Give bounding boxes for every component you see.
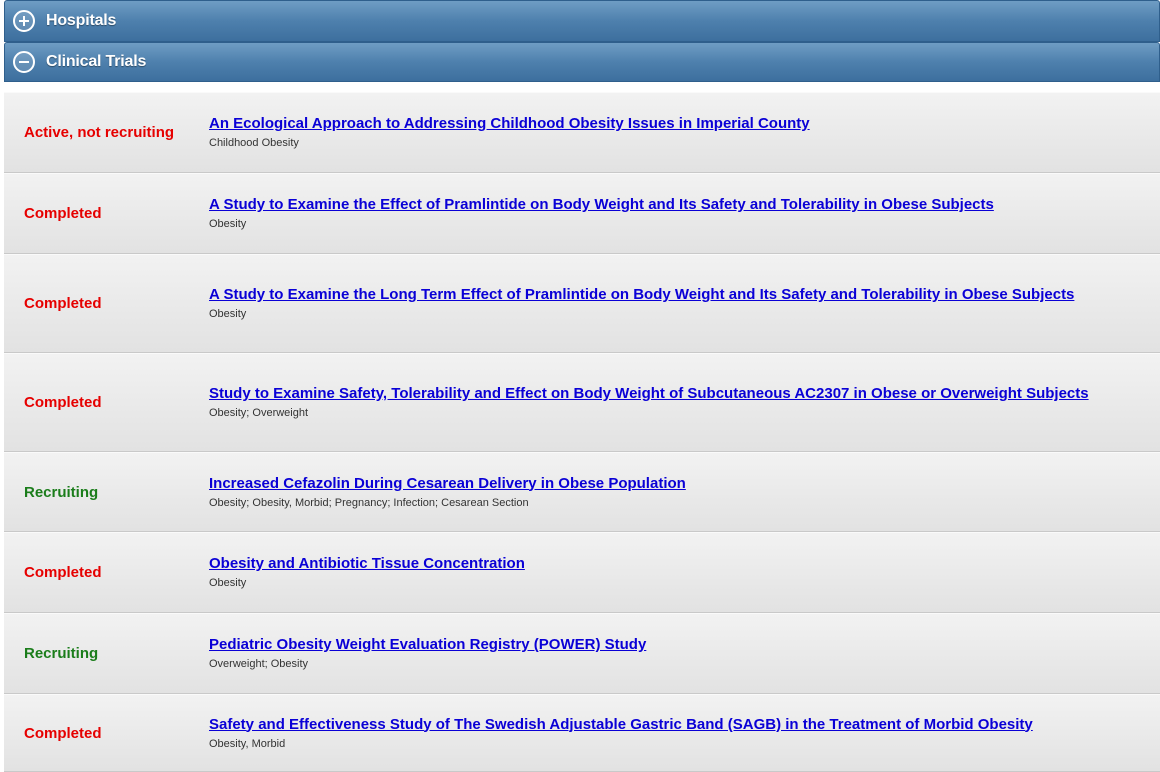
trial-title-link[interactable]: A Study to Examine the Long Term Effect … xyxy=(209,286,1100,304)
trial-title-link[interactable]: Obesity and Antibiotic Tissue Concentrat… xyxy=(209,555,1100,573)
trial-title-link[interactable]: Study to Examine Safety, Tolerability an… xyxy=(209,385,1100,403)
trial-status: Active, not recruiting xyxy=(24,124,175,141)
accordion-title-hospitals: Hospitals xyxy=(46,12,117,29)
clinical-trials-list: Active, not recruiting An Ecological App… xyxy=(4,82,1160,772)
trial-row: Recruiting Pediatric Obesity Weight Eval… xyxy=(4,613,1160,694)
trial-title-link[interactable]: A Study to Examine the Effect of Pramlin… xyxy=(209,196,1100,214)
trial-title-link[interactable]: Pediatric Obesity Weight Evaluation Regi… xyxy=(209,636,1100,654)
trial-title-link[interactable]: Increased Cefazolin During Cesarean Deli… xyxy=(209,475,1100,493)
trial-conditions: Obesity xyxy=(209,577,247,589)
trial-conditions: Obesity xyxy=(209,218,247,230)
accordion-header-hospitals[interactable]: Hospitals xyxy=(4,0,1160,42)
trial-row: Recruiting Increased Cefazolin During Ce… xyxy=(4,452,1160,532)
trial-title-link[interactable]: Safety and Effectiveness Study of The Sw… xyxy=(209,716,1100,734)
trial-row: Completed A Study to Examine the Effect … xyxy=(4,173,1160,254)
trial-status: Recruiting xyxy=(24,483,99,501)
trial-status: Completed xyxy=(24,724,102,742)
trial-status: Completed xyxy=(24,564,102,581)
trial-status: Recruiting xyxy=(24,645,99,662)
trial-conditions: Obesity; Overweight xyxy=(209,407,309,419)
trial-conditions: Obesity; Obesity, Morbid; Pregnancy; Inf… xyxy=(209,496,529,509)
trial-row: Completed Obesity and Antibiotic Tissue … xyxy=(4,532,1160,613)
expand-plus-icon[interactable] xyxy=(13,10,35,32)
accordion-title-clinical-trials: Clinical Trials xyxy=(46,53,147,70)
trial-conditions: Childhood Obesity xyxy=(209,137,299,149)
accordion-header-clinical-trials[interactable]: Clinical Trials xyxy=(4,42,1160,82)
trial-status: Completed xyxy=(24,295,102,312)
trial-row: Completed Safety and Effectiveness Study… xyxy=(4,694,1160,772)
trial-conditions: Overweight; Obesity xyxy=(209,658,309,670)
trial-conditions: Obesity xyxy=(209,308,247,320)
trial-title-link[interactable]: An Ecological Approach to Addressing Chi… xyxy=(209,115,1100,133)
collapse-minus-icon[interactable] xyxy=(13,51,35,73)
trial-conditions: Obesity, Morbid xyxy=(209,737,286,750)
trial-status: Completed xyxy=(24,394,102,411)
trial-row: Active, not recruiting An Ecological App… xyxy=(4,92,1160,173)
trial-row: Completed Study to Examine Safety, Toler… xyxy=(4,353,1160,452)
trial-status: Completed xyxy=(24,205,102,222)
trial-row: Completed A Study to Examine the Long Te… xyxy=(4,254,1160,353)
